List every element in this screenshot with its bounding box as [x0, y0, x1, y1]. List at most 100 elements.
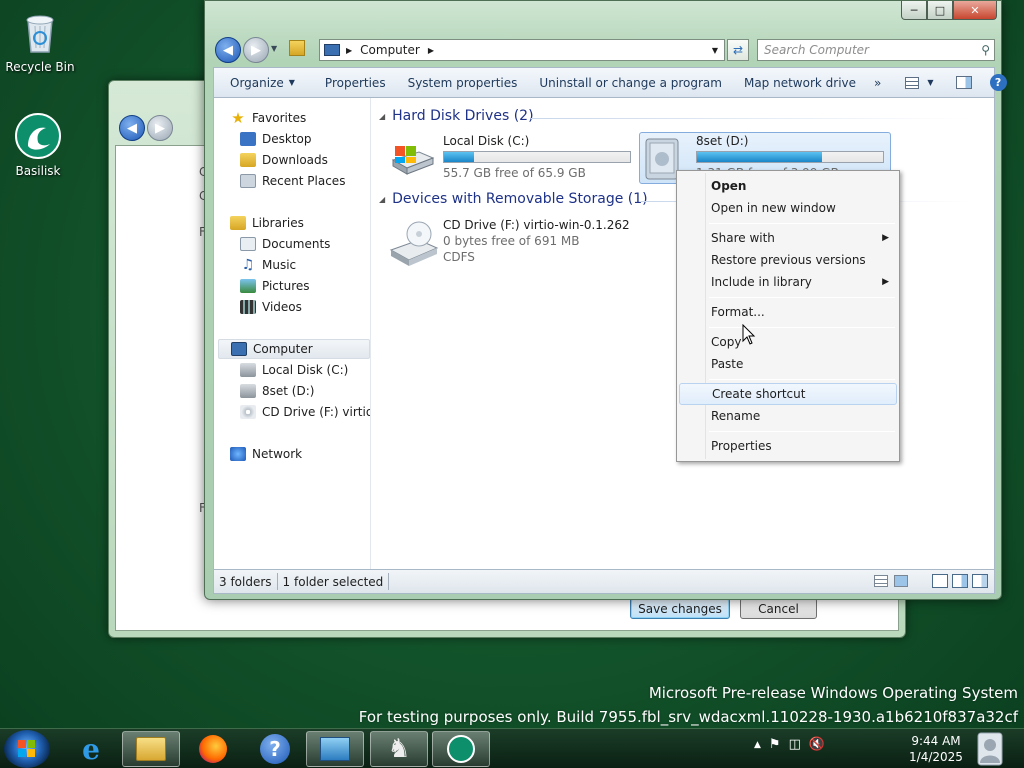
search-icon[interactable]: ⚲: [981, 43, 990, 57]
nav-item-documents[interactable]: Documents: [240, 234, 330, 254]
drive-free-space: 55.7 GB free of 65.9 GB: [443, 166, 586, 180]
nav-network[interactable]: Network: [230, 444, 302, 464]
layout-icon[interactable]: [972, 574, 988, 588]
nav-label: Network: [252, 447, 303, 461]
drive-local-disk-c[interactable]: Local Disk (C:) 55.7 GB free of 65.9 GB: [389, 134, 639, 182]
nav-item-videos[interactable]: Videos: [240, 297, 302, 317]
menu-item-open-new-window[interactable]: Open in new window: [679, 197, 897, 219]
taskbar-control-panel[interactable]: [306, 731, 364, 767]
back-arrow-icon[interactable]: ◀: [119, 115, 145, 141]
action-center-flag-icon[interactable]: ⚑: [769, 737, 781, 752]
menu-item-create-shortcut[interactable]: Create shortcut: [679, 383, 897, 405]
menu-item-open[interactable]: Open: [679, 175, 897, 197]
watermark-line-1: Microsoft Pre-release Windows Operating …: [648, 684, 1018, 702]
breadcrumb-separator-icon[interactable]: ▶: [346, 46, 352, 55]
nav-item-pictures[interactable]: Pictures: [240, 276, 310, 296]
search-input[interactable]: Search Computer ⚲: [757, 39, 995, 61]
nav-item-local-disk[interactable]: Local Disk (C:): [240, 360, 348, 380]
collapse-icon[interactable]: ◢: [379, 112, 385, 121]
group-header-hard-disk-drives[interactable]: ◢ Hard Disk Drives (2): [379, 108, 534, 124]
desktop-icon-basilisk[interactable]: Basilisk: [0, 112, 76, 178]
group-header-removable-storage[interactable]: ◢ Devices with Removable Storage (1): [379, 191, 648, 207]
nav-libraries[interactable]: Libraries: [230, 213, 304, 233]
cancel-button[interactable]: Cancel: [740, 598, 817, 619]
taskbar-basilisk[interactable]: [432, 731, 490, 767]
details-view-icon[interactable]: [874, 575, 888, 587]
nav-label: Local Disk (C:): [262, 363, 349, 377]
nav-label: Videos: [262, 300, 302, 314]
refresh-icon[interactable]: ⇄: [727, 39, 749, 61]
menu-item-rename[interactable]: Rename: [679, 405, 897, 427]
nav-label: CD Drive (F:) virtio-w: [262, 405, 370, 419]
menu-item-paste[interactable]: Paste: [679, 353, 897, 375]
group-divider: [531, 118, 971, 119]
recent-pages-dropdown-icon[interactable]: ▼: [271, 44, 277, 53]
breadcrumb-separator-icon[interactable]: ▶: [428, 46, 434, 55]
menu-item-include-in-library[interactable]: Include in library ▶: [679, 271, 897, 293]
system-properties-command[interactable]: System properties: [394, 68, 526, 97]
status-item-count: 3 folders: [214, 573, 278, 590]
change-view-icon[interactable]: ▼: [889, 68, 941, 97]
nav-item-desktop[interactable]: Desktop: [240, 129, 312, 149]
menu-item-share-with[interactable]: Share with ▶: [679, 227, 897, 249]
taskbar-help[interactable]: ?: [246, 731, 304, 767]
menu-label: Share with: [711, 231, 775, 245]
taskbar-firefox[interactable]: [184, 731, 242, 767]
menu-item-restore-previous-versions[interactable]: Restore previous versions: [679, 249, 897, 271]
network-status-icon[interactable]: ◫: [789, 737, 801, 752]
layout-icon[interactable]: [952, 574, 968, 588]
layout-icon[interactable]: [932, 574, 948, 588]
nav-item-music[interactable]: ♫ Music: [240, 255, 296, 275]
folder-up-icon[interactable]: [289, 40, 305, 56]
nav-label: Recent Places: [262, 174, 346, 188]
nav-item-recent-places[interactable]: Recent Places: [240, 171, 345, 191]
taskbar-internet-explorer[interactable]: e: [62, 731, 120, 767]
drive-name: CD Drive (F:) virtio-win-0.1.262: [443, 218, 630, 232]
uninstall-program-command[interactable]: Uninstall or change a program: [525, 68, 730, 97]
nav-item-8set[interactable]: 8set (D:): [240, 381, 314, 401]
user-avatar[interactable]: [968, 731, 1012, 767]
taskbar: e ? ♞ ▲ ⚑ ◫ 🔇 9:44 AM 1/4/2025: [0, 728, 1024, 768]
taskbar-chess[interactable]: ♞: [370, 731, 428, 767]
menu-separator: [709, 327, 895, 328]
tiles-view-icon[interactable]: [894, 575, 908, 587]
volume-muted-icon[interactable]: 🔇: [809, 737, 825, 752]
internet-explorer-icon: e: [82, 732, 100, 766]
help-icon[interactable]: ?: [980, 68, 1015, 97]
forward-arrow-icon[interactable]: ▶: [243, 37, 269, 63]
address-bar[interactable]: ▶ Computer ▶ ▼: [319, 39, 725, 61]
map-network-drive-command[interactable]: Map network drive: [730, 68, 864, 97]
capacity-bar: [443, 151, 631, 163]
maximize-icon[interactable]: □: [927, 1, 953, 20]
menu-separator: [709, 297, 895, 298]
organize-menu[interactable]: Organize ▼: [214, 68, 303, 97]
group-label: Hard Disk Drives (2): [392, 108, 534, 124]
back-arrow-icon[interactable]: ◀: [215, 37, 241, 63]
nav-computer[interactable]: Computer: [218, 339, 370, 359]
taskbar-windows-explorer[interactable]: [122, 731, 180, 767]
menu-separator: [709, 431, 895, 432]
nav-favorites[interactable]: ★ Favorites: [230, 108, 306, 128]
desktop-icon-recycle-bin[interactable]: Recycle Bin: [2, 8, 78, 74]
show-hidden-icons-icon[interactable]: ▲: [754, 740, 761, 752]
menu-item-copy[interactable]: Copy: [679, 331, 897, 353]
nav-item-cd-drive[interactable]: CD Drive (F:) virtio-w: [240, 402, 370, 422]
caption-buttons: ─ □ ✕: [901, 1, 997, 20]
preview-pane-icon[interactable]: [942, 68, 980, 97]
collapse-icon[interactable]: ◢: [379, 195, 385, 204]
properties-command[interactable]: Properties: [303, 68, 394, 97]
more-commands-button[interactable]: »: [864, 68, 889, 97]
menu-item-format[interactable]: Format...: [679, 301, 897, 323]
start-button[interactable]: [4, 730, 50, 768]
save-changes-button[interactable]: Save changes: [630, 598, 730, 619]
drive-cd-f[interactable]: CD Drive (F:) virtio-win-0.1.262 0 bytes…: [389, 218, 639, 270]
address-dropdown-icon[interactable]: ▼: [712, 46, 718, 55]
close-icon[interactable]: ✕: [953, 1, 997, 20]
minimize-icon[interactable]: ─: [901, 1, 927, 20]
forward-arrow-icon[interactable]: ▶: [147, 115, 173, 141]
nav-item-downloads[interactable]: Downloads: [240, 150, 328, 170]
taskbar-clock[interactable]: 9:44 AM 1/4/2025: [906, 733, 966, 765]
menu-item-properties[interactable]: Properties: [679, 435, 897, 457]
breadcrumb-computer[interactable]: Computer: [360, 43, 420, 57]
cd-drive-icon: [389, 220, 439, 268]
